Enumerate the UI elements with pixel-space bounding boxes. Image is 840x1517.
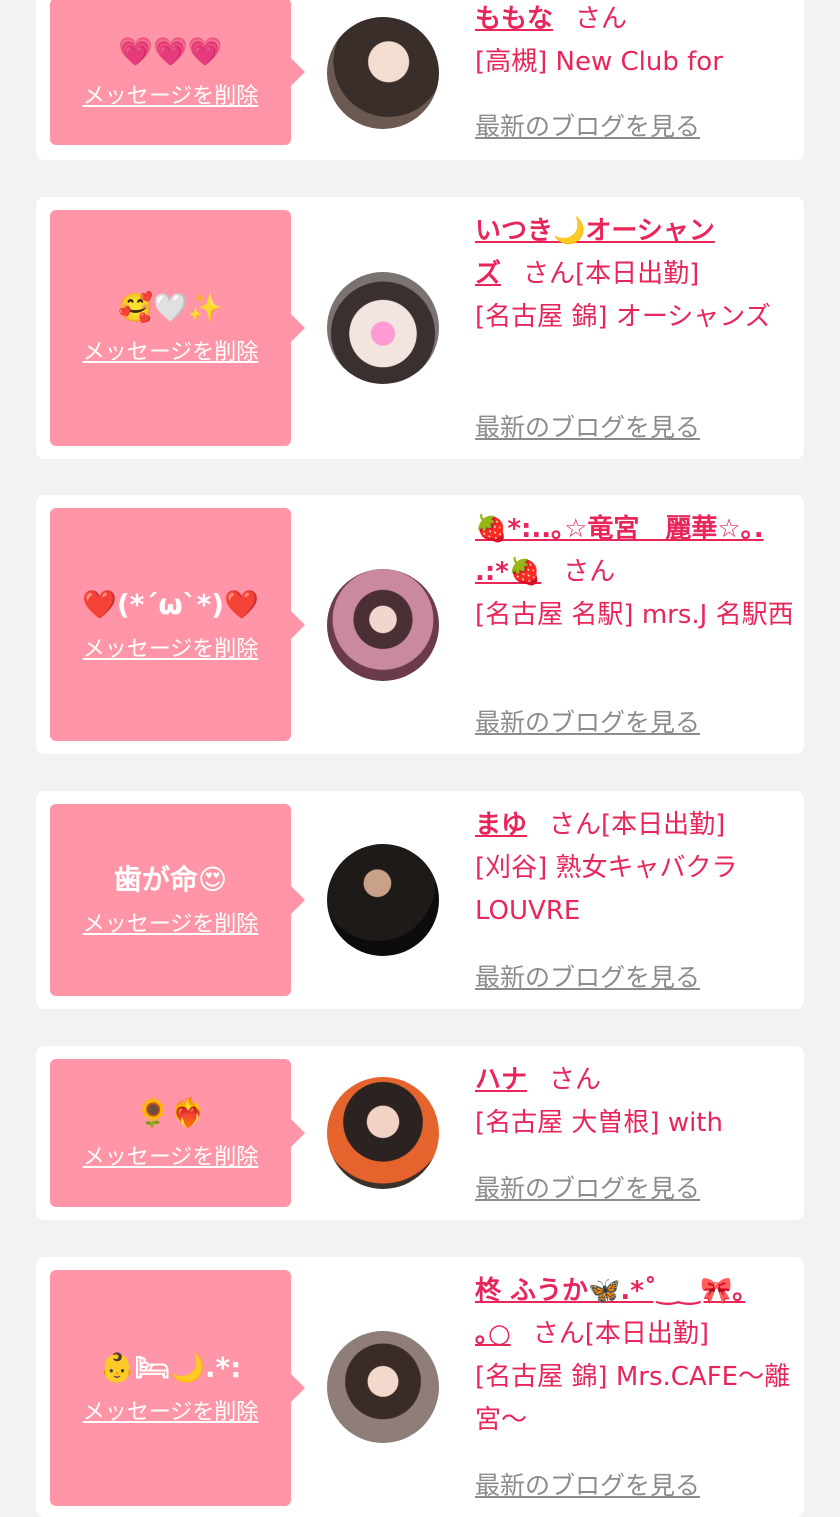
shop-name: [名古屋 錦] Mrs.CAFE〜離宮〜 bbox=[475, 1362, 791, 1435]
profile-info: ももな さん [高槻] New Club for bbox=[475, 0, 795, 84]
avatar[interactable] bbox=[327, 844, 439, 956]
status-badge: [本日出勤] bbox=[601, 810, 726, 840]
message-card: ❤️(*´ω`*)❤️ メッセージを削除 🍓*:..｡☆竜宮 麗華☆｡. .:*… bbox=[36, 495, 804, 754]
profile-name-link[interactable]: 柊 ふうか🦋.*˚‿‿🎀｡ bbox=[475, 1276, 745, 1306]
profile-name-link[interactable]: ハナ bbox=[475, 1065, 527, 1095]
delete-message-link[interactable]: メッセージを削除 bbox=[83, 906, 259, 938]
profile-name-link-cont[interactable]: ｡○ bbox=[475, 1319, 511, 1349]
profile-info: いつき🌙オーシャン ズさん[本日出勤] [名古屋 錦] オーシャンズ bbox=[475, 210, 795, 339]
message-text: 💗💗💗 bbox=[118, 34, 223, 68]
message-card: 💗💗💗 メッセージを削除 ももな さん [高槻] New Club for 最新の… bbox=[36, 0, 804, 160]
latest-blog-link[interactable]: 最新のブログを見る bbox=[475, 958, 700, 994]
shop-name: [名古屋 名駅] mrs.J 名駅西 bbox=[475, 600, 794, 630]
delete-message-link[interactable]: メッセージを削除 bbox=[83, 1394, 259, 1426]
message-text: 歯が命😍 bbox=[113, 863, 228, 896]
honorific: さん bbox=[563, 557, 616, 587]
delete-message-link[interactable]: メッセージを削除 bbox=[83, 1139, 259, 1171]
avatar[interactable] bbox=[327, 569, 439, 681]
shop-name: [名古屋 大曽根] with bbox=[475, 1108, 723, 1138]
latest-blog-link[interactable]: 最新のブログを見る bbox=[475, 1466, 700, 1502]
profile-info: 🍓*:..｡☆竜宮 麗華☆｡. .:*🍓 さん [名古屋 名駅] mrs.J 名駅… bbox=[475, 508, 795, 637]
message-bubble: ❤️(*´ω`*)❤️ メッセージを削除 bbox=[50, 508, 305, 741]
avatar[interactable] bbox=[327, 17, 439, 129]
status-badge: [本日出勤] bbox=[575, 259, 700, 289]
message-text: 👶🛏🌙.*: bbox=[99, 1351, 242, 1384]
delete-message-link[interactable]: メッセージを削除 bbox=[83, 78, 259, 110]
message-bubble: 💗💗💗 メッセージを削除 bbox=[50, 0, 305, 145]
latest-blog-link[interactable]: 最新のブログを見る bbox=[475, 1169, 700, 1205]
honorific: さん bbox=[575, 4, 628, 34]
avatar[interactable] bbox=[327, 1331, 439, 1443]
message-bubble: 🌻❤️‍🔥 メッセージを削除 bbox=[50, 1059, 305, 1207]
shop-name: [刈谷] 熟女キャバクラ LOUVRE bbox=[475, 853, 738, 926]
status-badge: [本日出勤] bbox=[584, 1319, 709, 1349]
honorific: さん bbox=[523, 259, 576, 289]
profile-name-link[interactable]: ももな bbox=[475, 4, 553, 34]
message-text: 🥰🤍✨ bbox=[118, 291, 223, 324]
latest-blog-link[interactable]: 最新のブログを見る bbox=[475, 703, 700, 739]
message-card: 🥰🤍✨ メッセージを削除 いつき🌙オーシャン ズさん[本日出勤] [名古屋 錦]… bbox=[36, 197, 804, 459]
profile-name-link[interactable]: 🍓*:..｡☆竜宮 麗華☆｡. bbox=[475, 514, 764, 544]
avatar[interactable] bbox=[327, 272, 439, 384]
profile-name-link[interactable]: いつき🌙オーシャン bbox=[475, 216, 715, 246]
profile-info: まゆ さん[本日出勤] [刈谷] 熟女キャバクラ LOUVRE bbox=[475, 804, 795, 933]
message-bubble: 👶🛏🌙.*: メッセージを削除 bbox=[50, 1270, 305, 1506]
latest-blog-link[interactable]: 最新のブログを見る bbox=[475, 408, 700, 444]
message-card: 🌻❤️‍🔥 メッセージを削除 ハナ さん [名古屋 大曽根] with 最新のブロ… bbox=[36, 1046, 804, 1220]
profile-name-link-cont[interactable]: ズ bbox=[475, 259, 501, 289]
message-bubble: 歯が命😍 メッセージを削除 bbox=[50, 804, 305, 996]
honorific: さん bbox=[532, 1319, 585, 1349]
shop-name: [名古屋 錦] オーシャンズ bbox=[475, 302, 771, 332]
honorific: さん bbox=[549, 1065, 602, 1095]
avatar[interactable] bbox=[327, 1077, 439, 1189]
profile-name-link-cont[interactable]: .:*🍓 bbox=[475, 557, 541, 587]
message-bubble: 🥰🤍✨ メッセージを削除 bbox=[50, 210, 305, 446]
profile-info: 柊 ふうか🦋.*˚‿‿🎀｡ ｡○ さん[本日出勤] [名古屋 錦] Mrs.CAF… bbox=[475, 1270, 795, 1442]
latest-blog-link[interactable]: 最新のブログを見る bbox=[475, 107, 700, 143]
delete-message-link[interactable]: メッセージを削除 bbox=[83, 334, 259, 366]
message-card: 歯が命😍 メッセージを削除 まゆ さん[本日出勤] [刈谷] 熟女キャバクラ LO… bbox=[36, 791, 804, 1009]
message-text: 🌻❤️‍🔥 bbox=[135, 1096, 206, 1129]
profile-name-link[interactable]: まゆ bbox=[475, 810, 527, 840]
delete-message-link[interactable]: メッセージを削除 bbox=[83, 631, 259, 663]
honorific: さん bbox=[549, 810, 602, 840]
shop-name: [高槻] New Club for bbox=[475, 47, 723, 77]
message-text: ❤️(*´ω`*)❤️ bbox=[82, 587, 259, 621]
message-card: 👶🛏🌙.*: メッセージを削除 柊 ふうか🦋.*˚‿‿🎀｡ ｡○ さん[本日出勤]… bbox=[36, 1257, 804, 1517]
profile-info: ハナ さん [名古屋 大曽根] with bbox=[475, 1059, 795, 1145]
